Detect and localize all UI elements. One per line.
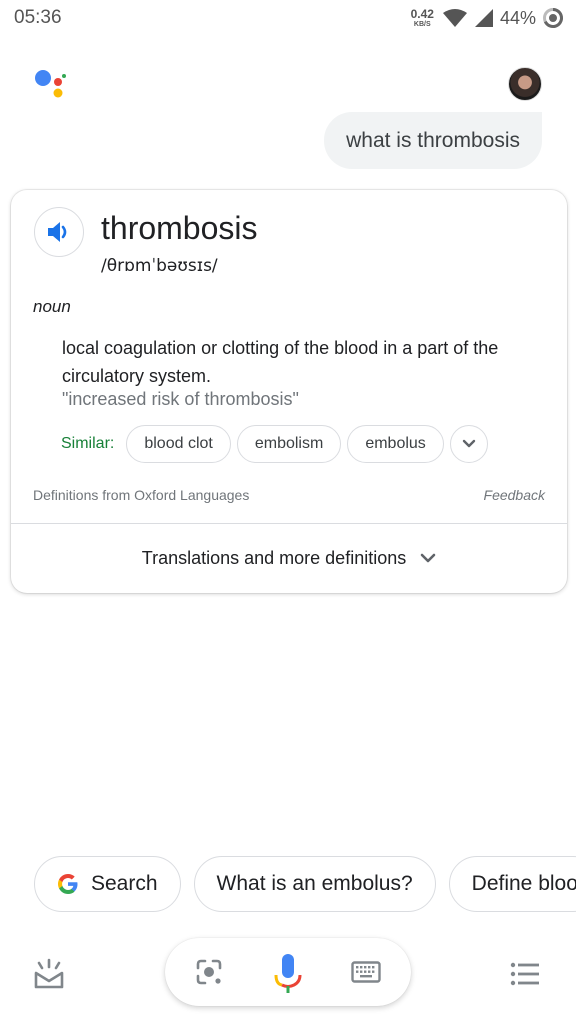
definition-card: thrombosis /θrɒmˈbəʊsɪs/ noun local coag… [11, 190, 567, 593]
chevron-down-icon [462, 439, 475, 448]
part-of-speech: noun [33, 297, 71, 316]
wifi-icon [442, 9, 467, 27]
status-icons: 0.42 KB/S 44% [411, 4, 564, 32]
suggestion-chips: Search What is an embolus? Define bloo [34, 856, 576, 912]
mic-icon[interactable] [273, 953, 303, 993]
status-time: 05:36 [14, 7, 62, 28]
suggestion-chip-search[interactable]: Search [34, 856, 181, 912]
similar-label: Similar: [61, 435, 115, 452]
user-query-bubble[interactable]: what is thrombosis [324, 112, 542, 169]
google-g-icon [58, 874, 78, 894]
lens-icon[interactable] [195, 958, 223, 986]
speaker-icon [48, 222, 67, 242]
translations-more-definitions-button[interactable]: Translations and more definitions [11, 524, 567, 592]
suggestion-label: What is an embolus? [216, 872, 413, 895]
battery-percent: 44% [499, 7, 536, 28]
pronunciation-button[interactable] [34, 207, 84, 257]
similar-words-row: Similar: blood clot embolism embolus [61, 425, 488, 463]
example-sentence: "increased risk of thrombosis" [62, 389, 299, 409]
updates-tray-icon[interactable] [32, 957, 66, 991]
similar-chip[interactable]: embolism [236, 425, 342, 463]
similar-chip-label: embolism [254, 435, 324, 452]
definition-text: local coagulation or clotting of the blo… [62, 338, 499, 386]
network-speed-value: 0.42 [410, 7, 434, 21]
battery-icon [543, 8, 563, 28]
feedback-link[interactable]: Feedback [484, 487, 545, 503]
suggestion-label: Search [91, 872, 158, 895]
similar-chip-label: blood clot [144, 435, 213, 452]
google-assistant-logo [35, 70, 66, 98]
similar-chip-label: embolus [365, 435, 426, 452]
signal-icon [474, 9, 493, 27]
more-similar-button[interactable] [449, 425, 488, 463]
suggestion-chip[interactable]: Define bloo [448, 856, 576, 912]
similar-chip[interactable]: embolus [347, 425, 444, 463]
definition-word: thrombosis [101, 210, 258, 246]
user-query-text: what is thrombosis [346, 128, 520, 152]
chevron-down-icon [420, 553, 436, 562]
similar-chip[interactable]: blood clot [126, 425, 231, 463]
user-avatar[interactable] [508, 67, 542, 101]
assistant-input-bar [165, 938, 411, 1006]
phonetic-spelling: /θrɒmˈbəʊsɪs/ [101, 256, 218, 276]
network-speed: 0.42 KB/S [411, 8, 434, 28]
network-speed-unit: KB/S [413, 21, 431, 28]
suggestion-label: Define bloo [471, 872, 576, 895]
status-bar: 05:36 0.42 KB/S 44% [0, 0, 576, 36]
list-icon[interactable] [510, 961, 540, 987]
more-definitions-label: Translations and more definitions [141, 547, 407, 568]
suggestion-chip[interactable]: What is an embolus? [193, 856, 436, 912]
definition-source: Definitions from Oxford Languages [33, 487, 250, 503]
keyboard-icon[interactable] [351, 961, 381, 983]
